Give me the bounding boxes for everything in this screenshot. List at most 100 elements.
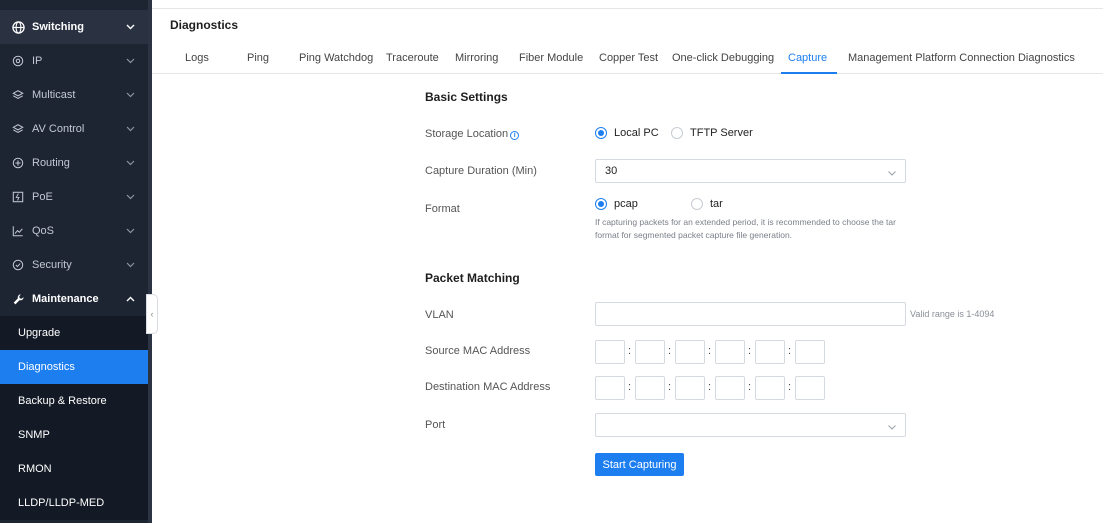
basic-settings-title: Basic Settings <box>425 90 508 104</box>
radio-label: tar <box>710 198 723 210</box>
format-tar-radio[interactable]: tar <box>691 198 723 210</box>
port-select[interactable] <box>595 413 906 437</box>
sidebar-item-security[interactable]: Security <box>0 248 148 282</box>
packet-matching-title: Packet Matching <box>425 271 520 285</box>
source-mac-octet-2[interactable] <box>635 340 665 364</box>
chevron-down-icon <box>888 421 896 433</box>
chevron-down-icon <box>125 92 135 98</box>
storage-location-label-text: Storage Location <box>425 128 509 140</box>
layers-icon <box>11 122 25 136</box>
tab-logs[interactable]: Logs <box>185 52 209 64</box>
location-icon <box>11 54 25 68</box>
sidebar-item-label: AV Control <box>32 123 85 135</box>
mac-separator: : <box>668 345 672 357</box>
vlan-input[interactable] <box>595 302 906 326</box>
sidebar-item-multicast[interactable]: Multicast <box>0 78 148 112</box>
destination-mac-octet-5[interactable] <box>755 376 785 400</box>
poe-icon <box>11 190 25 204</box>
vlan-label: VLAN <box>425 309 454 321</box>
tab-one-click-debugging[interactable]: One-click Debugging <box>672 52 774 64</box>
source-mac-octet-5[interactable] <box>755 340 785 364</box>
chevron-down-icon <box>125 160 135 166</box>
format-hint: If capturing packets for an extended per… <box>595 217 896 240</box>
select-value: 30 <box>605 165 618 177</box>
sidebar-item-poe[interactable]: PoE <box>0 180 148 214</box>
source-mac-octet-3[interactable] <box>675 340 705 364</box>
mac-separator: : <box>708 345 712 357</box>
mac-separator: : <box>788 381 792 393</box>
mac-separator: : <box>668 381 672 393</box>
source-mac-octet-4[interactable] <box>715 340 745 364</box>
sidebar-item-av-control[interactable]: AV Control <box>0 112 148 146</box>
storage-local-pc-radio[interactable]: Local PC <box>595 127 659 139</box>
destination-mac-label: Destination MAC Address <box>425 381 551 393</box>
sidebar-item-label: PoE <box>32 191 53 203</box>
radio-unchecked-icon <box>671 127 683 139</box>
mac-separator: : <box>748 381 752 393</box>
destination-mac-octet-6[interactable] <box>795 376 825 400</box>
sidebar-item-label: Maintenance <box>32 293 99 305</box>
radio-unchecked-icon <box>691 198 703 210</box>
routing-icon <box>11 156 25 170</box>
tab-mirroring[interactable]: Mirroring <box>455 52 498 64</box>
chevron-down-icon <box>125 24 135 30</box>
sidebar-item-label: QoS <box>32 225 55 237</box>
sidebar-item-routing[interactable]: Routing <box>0 146 148 180</box>
shield-icon <box>11 258 25 272</box>
start-capturing-button[interactable]: Start Capturing <box>595 453 684 476</box>
sidebar-item-label: IP <box>32 55 43 67</box>
radio-label: TFTP Server <box>690 127 753 139</box>
active-tab-indicator <box>781 72 837 74</box>
sidebar-item-switching[interactable]: Switching <box>0 10 148 44</box>
tab-fiber-module[interactable]: Fiber Module <box>519 52 583 64</box>
sidebar-item-label: Security <box>32 259 72 271</box>
tab-traceroute[interactable]: Traceroute <box>386 52 439 64</box>
sidebar-subitem-backup-restore[interactable]: Backup & Restore <box>0 384 148 418</box>
mac-separator: : <box>748 345 752 357</box>
sidebar-item-label: Multicast <box>32 89 76 101</box>
info-icon[interactable]: i <box>510 131 520 140</box>
globe-icon <box>11 20 25 34</box>
divider <box>152 8 1103 9</box>
mac-separator: : <box>788 345 792 357</box>
source-mac-label: Source MAC Address <box>425 345 531 357</box>
tab-ping[interactable]: Ping <box>247 52 269 64</box>
storage-tftp-server-radio[interactable]: TFTP Server <box>671 127 753 139</box>
chevron-down-icon <box>125 228 135 234</box>
capture-duration-select[interactable]: 30 <box>595 159 906 183</box>
format-pcap-radio[interactable]: pcap <box>595 198 638 210</box>
chevron-down-icon <box>125 126 135 132</box>
source-mac-octet-6[interactable] <box>795 340 825 364</box>
mac-separator: : <box>628 381 632 393</box>
chevron-down-icon <box>125 194 135 200</box>
vlan-range-hint: Valid range is 1-4094 <box>910 309 995 319</box>
destination-mac-octet-3[interactable] <box>675 376 705 400</box>
chevron-down-icon <box>888 167 896 179</box>
source-mac-octet-1[interactable] <box>595 340 625 364</box>
storage-location-label: Storage Location i <box>425 128 520 140</box>
tab-copper-test[interactable]: Copper Test <box>599 52 658 64</box>
radio-label: pcap <box>614 198 638 210</box>
sidebar-item-label: Routing <box>32 157 70 169</box>
sidebar-item-ip[interactable]: IP <box>0 44 148 78</box>
destination-mac-octet-4[interactable] <box>715 376 745 400</box>
port-label: Port <box>425 419 446 431</box>
radio-checked-icon <box>595 198 607 210</box>
radio-label: Local PC <box>614 127 659 139</box>
sidebar-subitem-lldp[interactable]: LLDP/LLDP-MED <box>0 486 148 520</box>
sidebar-subitem-diagnostics[interactable]: Diagnostics <box>0 350 148 384</box>
sidebar-subitem-upgrade[interactable]: Upgrade <box>0 316 148 350</box>
tab-management-platform-diagnostics[interactable]: Management Platform Connection Diagnosti… <box>848 52 1075 64</box>
chevron-down-icon <box>125 262 135 268</box>
tab-ping-watchdog[interactable]: Ping Watchdog <box>299 52 373 64</box>
sidebar-item-qos[interactable]: QoS <box>0 214 148 248</box>
tab-bar: Logs Ping Ping Watchdog Traceroute Mirro… <box>152 46 1103 74</box>
tab-capture[interactable]: Capture <box>788 52 827 64</box>
sidebar-subitem-snmp[interactable]: SNMP <box>0 418 148 452</box>
wrench-icon <box>11 292 25 306</box>
destination-mac-octet-1[interactable] <box>595 376 625 400</box>
sidebar-subitem-rmon[interactable]: RMON <box>0 452 148 486</box>
layers-icon <box>11 88 25 102</box>
destination-mac-octet-2[interactable] <box>635 376 665 400</box>
sidebar-item-maintenance[interactable]: Maintenance <box>0 282 148 316</box>
